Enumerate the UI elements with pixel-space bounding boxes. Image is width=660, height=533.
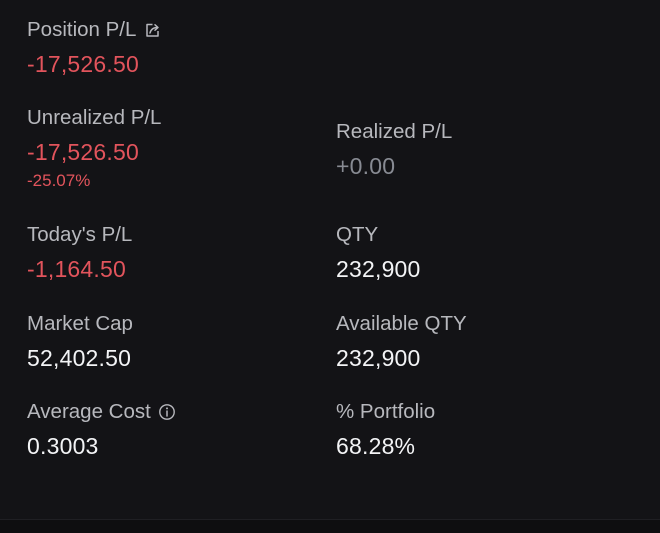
todays-pl-stat: Today's P/L -1,164.50 — [27, 223, 132, 283]
average-cost-stat: Average Cost 0.3003 — [27, 400, 176, 460]
position-pl-stat: Position P/L -17,526.50 — [27, 18, 161, 78]
position-pl-value: -17,526.50 — [27, 51, 139, 77]
portfolio-pct-label: % Portfolio — [336, 400, 436, 423]
todays-pl-label: Today's P/L — [27, 223, 133, 246]
realized-pl-value: +0.00 — [336, 153, 396, 179]
market-cap-label: Market Cap — [27, 312, 133, 335]
average-cost-label: Average Cost — [27, 400, 151, 423]
info-icon[interactable] — [158, 403, 176, 421]
realized-pl-label: Realized P/L — [336, 120, 453, 143]
portfolio-pct-value: 68.28% — [336, 433, 416, 459]
available-qty-stat: Available QTY 232,900 — [336, 312, 467, 372]
portfolio-pct-stat: % Portfolio 68.28% — [336, 400, 435, 460]
unrealized-pl-stat: Unrealized P/L -17,526.50 -25.07% — [27, 106, 161, 191]
todays-pl-value: -1,164.50 — [27, 256, 126, 282]
qty-value: 232,900 — [336, 256, 421, 282]
available-qty-value: 232,900 — [336, 345, 421, 371]
bottom-panel-edge — [0, 520, 660, 533]
unrealized-pl-percent: -25.07% — [27, 171, 91, 190]
available-qty-label: Available QTY — [336, 312, 467, 335]
average-cost-value: 0.3003 — [27, 433, 99, 459]
realized-pl-stat: Realized P/L +0.00 — [336, 120, 452, 180]
qty-stat: QTY 232,900 — [336, 223, 421, 283]
market-cap-value: 52,402.50 — [27, 345, 132, 371]
market-cap-stat: Market Cap 52,402.50 — [27, 312, 133, 372]
unrealized-pl-label: Unrealized P/L — [27, 106, 162, 129]
unrealized-pl-value: -17,526.50 — [27, 139, 139, 165]
share-icon[interactable] — [143, 21, 161, 39]
qty-label: QTY — [336, 223, 379, 246]
position-pl-label: Position P/L — [27, 18, 137, 41]
